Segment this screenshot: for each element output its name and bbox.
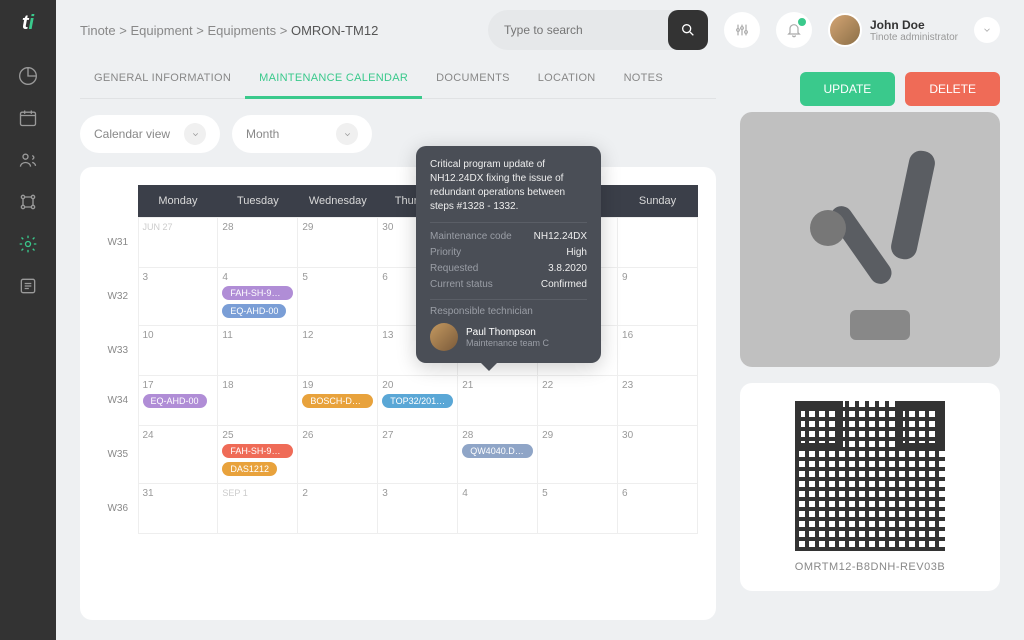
calendar-cell[interactable]: 16: [618, 326, 698, 376]
event-tag[interactable]: EQ-AHD-00: [222, 304, 286, 318]
calendar-cell[interactable]: 21: [458, 376, 538, 426]
calendar-cell[interactable]: 12: [298, 326, 378, 376]
calendar-cell[interactable]: 20TOP32/2019-REF: [378, 376, 458, 426]
search-input[interactable]: [504, 23, 668, 37]
notification-badge: [796, 16, 808, 28]
calendar-cell[interactable]: 29: [298, 218, 378, 268]
search-button[interactable]: [668, 10, 708, 50]
calendar-cell[interactable]: 18: [218, 376, 298, 426]
period-select[interactable]: Month: [232, 115, 372, 153]
view-select[interactable]: Calendar view: [80, 115, 220, 153]
calendar-cell[interactable]: 9: [618, 268, 698, 326]
calendar: MondayTuesdayWednesdayThursdayFridaySatu…: [80, 167, 716, 620]
calendar-cell[interactable]: 11: [218, 326, 298, 376]
calendar-cell[interactable]: 5: [298, 268, 378, 326]
calendar-cell[interactable]: 5: [538, 484, 618, 534]
calendar-cell[interactable]: 30: [618, 426, 698, 484]
calendar-cell[interactable]: 4: [458, 484, 538, 534]
chevron-down-icon: [974, 17, 1000, 43]
breadcrumb: Tinote > Equipment > Equipments > OMRON-…: [80, 23, 472, 38]
event-tag[interactable]: EQ-AHD-00: [143, 394, 207, 408]
calendar-cell[interactable]: 28QW4040.DEPT: [458, 426, 538, 484]
event-tag[interactable]: QW4040.DEPT: [462, 444, 533, 458]
calendar-cell[interactable]: [618, 218, 698, 268]
calendar-cell[interactable]: SEP 1: [218, 484, 298, 534]
qr-card: OMRTM12-B8DNH-REV03B: [740, 383, 1000, 591]
search[interactable]: [488, 10, 708, 50]
equipment-image: [740, 112, 1000, 367]
calendar-cell[interactable]: 25FAH-SH-990X DAS1212: [218, 426, 298, 484]
delete-button[interactable]: DELETE: [905, 72, 1000, 106]
nav-network[interactable]: [0, 181, 56, 223]
calendar-cell[interactable]: 22: [538, 376, 618, 426]
tab-maintenance-calendar[interactable]: MAINTENANCE CALENDAR: [245, 60, 422, 99]
nav-calendar[interactable]: [0, 97, 56, 139]
technician-avatar: [430, 323, 458, 351]
qr-code: [795, 401, 945, 551]
calendar-cell[interactable]: 23: [618, 376, 698, 426]
calendar-cell[interactable]: 17EQ-AHD-00: [138, 376, 218, 426]
event-tag[interactable]: FAH-SH-990X: [222, 444, 293, 458]
calendar-cell[interactable]: 27: [378, 426, 458, 484]
calendar-cell[interactable]: 19BOSCH-DAH19: [298, 376, 378, 426]
notifications-button[interactable]: [776, 12, 812, 48]
tab-notes[interactable]: NOTES: [610, 60, 677, 98]
calendar-cell[interactable]: JUN 27: [138, 218, 218, 268]
qr-label: OMRTM12-B8DNH-REV03B: [795, 561, 945, 573]
nav-users[interactable]: [0, 139, 56, 181]
filter-button[interactable]: [724, 12, 760, 48]
calendar-cell[interactable]: 31: [138, 484, 218, 534]
user-name: John Doe: [870, 18, 958, 32]
tab-documents[interactable]: DOCUMENTS: [422, 60, 524, 98]
calendar-cell[interactable]: 29: [538, 426, 618, 484]
avatar: [828, 13, 862, 47]
user-menu[interactable]: John Doe Tinote administrator: [828, 13, 1000, 47]
calendar-cell[interactable]: 3: [138, 268, 218, 326]
tab-general[interactable]: GENERAL INFORMATION: [80, 60, 245, 98]
calendar-cell[interactable]: 28: [218, 218, 298, 268]
event-tag[interactable]: FAH-SH-990X: [222, 286, 293, 300]
calendar-cell[interactable]: 26: [298, 426, 378, 484]
calendar-cell[interactable]: 24: [138, 426, 218, 484]
topbar: Tinote > Equipment > Equipments > OMRON-…: [56, 0, 1024, 60]
user-role: Tinote administrator: [870, 32, 958, 43]
calendar-cell[interactable]: 2: [298, 484, 378, 534]
calendar-cell[interactable]: 6: [618, 484, 698, 534]
tab-location[interactable]: LOCATION: [524, 60, 610, 98]
tabs: GENERAL INFORMATION MAINTENANCE CALENDAR…: [80, 60, 716, 99]
nav-list[interactable]: [0, 265, 56, 307]
sidebar: ti: [0, 0, 56, 640]
nav-settings[interactable]: [0, 223, 56, 265]
update-button[interactable]: UPDATE: [800, 72, 896, 106]
calendar-cell[interactable]: 10: [138, 326, 218, 376]
event-tag[interactable]: BOSCH-DAH19: [302, 394, 373, 408]
event-tag[interactable]: DAS1212: [222, 462, 277, 476]
event-tooltip: Critical program update of NH12.24DX fix…: [416, 146, 601, 363]
nav-dashboard[interactable]: [0, 55, 56, 97]
event-tag[interactable]: TOP32/2019-REF: [382, 394, 453, 408]
logo: ti: [22, 12, 34, 35]
calendar-cell[interactable]: 4FAH-SH-990X EQ-AHD-00: [218, 268, 298, 326]
calendar-cell[interactable]: 3: [378, 484, 458, 534]
